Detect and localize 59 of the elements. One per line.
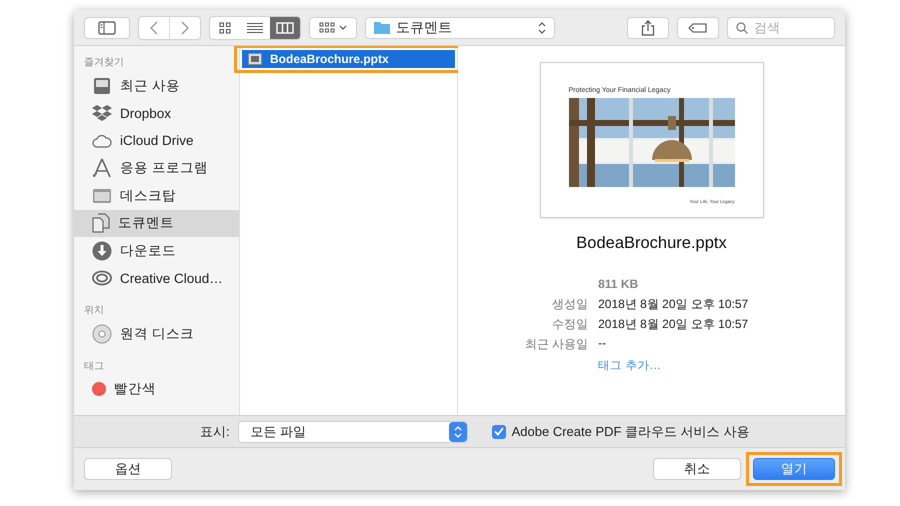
- presentation-file-icon: [248, 53, 262, 65]
- dropbox-icon: [92, 104, 112, 122]
- show-label: 표시:: [200, 422, 230, 440]
- checkbox[interactable]: [492, 424, 506, 438]
- stepper-icon: [538, 22, 546, 34]
- apps-icon: [92, 158, 112, 178]
- format-dropdown[interactable]: 모든 파일: [238, 420, 468, 442]
- info-value: 2018년 8월 20일 오후 10:57: [598, 296, 748, 313]
- sidebar-item[interactable]: Creative Cloud…: [74, 264, 239, 292]
- view-mode-button[interactable]: [270, 16, 300, 38]
- sidebar-item[interactable]: 최근 사용: [74, 72, 239, 100]
- arrange-button[interactable]: [309, 16, 357, 38]
- sidebar-section-title: 태그: [83, 360, 105, 374]
- columns-icon: [276, 22, 294, 34]
- disc-icon: [92, 324, 112, 344]
- info-value: --: [598, 336, 608, 352]
- grid-icon: [219, 22, 231, 34]
- sidebar-item[interactable]: 다운로드: [74, 237, 239, 264]
- file-name: BodeaBrochure.pptx: [576, 234, 727, 253]
- documents-icon: [92, 213, 110, 234]
- back-icon: [150, 20, 158, 34]
- share-button[interactable]: [627, 16, 669, 38]
- tag-button[interactable]: [677, 16, 719, 38]
- cloud-icon: [92, 132, 112, 149]
- sidebar-item[interactable]: 데스크탑: [74, 182, 239, 210]
- sidebar-toggle-button[interactable]: [84, 16, 130, 38]
- tray-icon: [92, 76, 112, 95]
- folder-icon: [374, 21, 390, 34]
- download-icon: [92, 240, 112, 261]
- list-icon: [247, 22, 263, 34]
- path-dropdown[interactable]: 도큐멘트: [365, 16, 555, 38]
- file-size: 811 KB: [598, 277, 640, 291]
- sidebar-item[interactable]: 빨간색: [74, 376, 239, 403]
- checkbox-label: Adobe Create PDF 클라우드 서비스 사용: [512, 422, 750, 440]
- desktop-icon: [92, 188, 112, 204]
- share-icon: [641, 20, 655, 36]
- sidebar-item[interactable]: 도큐멘트: [74, 210, 239, 237]
- sidebar-item[interactable]: 원격 디스크: [74, 320, 239, 348]
- dialog-button[interactable]: 옵션: [84, 458, 172, 480]
- info-value: 2018년 8월 20일 오후 10:57: [598, 316, 748, 333]
- grid-icon: [319, 22, 335, 34]
- dialog-button[interactable]: 취소: [653, 458, 741, 480]
- forward-icon: [181, 20, 189, 34]
- info-label: 생성일: [551, 296, 588, 313]
- sidebar-section-title: 위치: [83, 304, 105, 318]
- tag-icon: [688, 22, 708, 32]
- info-label: 최근 사용일: [524, 336, 588, 353]
- sidebar-icon: [98, 20, 116, 34]
- caret-icon: [339, 24, 347, 30]
- file-row[interactable]: BodeaBrochure.pptx: [242, 50, 455, 68]
- search-field[interactable]: 검색: [727, 16, 835, 38]
- sidebar-item[interactable]: Dropbox: [74, 100, 239, 127]
- stepper-icon: [448, 422, 467, 442]
- search-icon: [736, 22, 748, 34]
- info-label: 수정일: [551, 316, 588, 333]
- sidebar-item[interactable]: 응용 프로그램: [74, 154, 239, 182]
- sidebar-item[interactable]: iCloud Drive: [74, 127, 239, 154]
- sidebar-section-title: 즐겨찾기: [83, 56, 125, 70]
- creative-cloud-icon: [92, 270, 112, 286]
